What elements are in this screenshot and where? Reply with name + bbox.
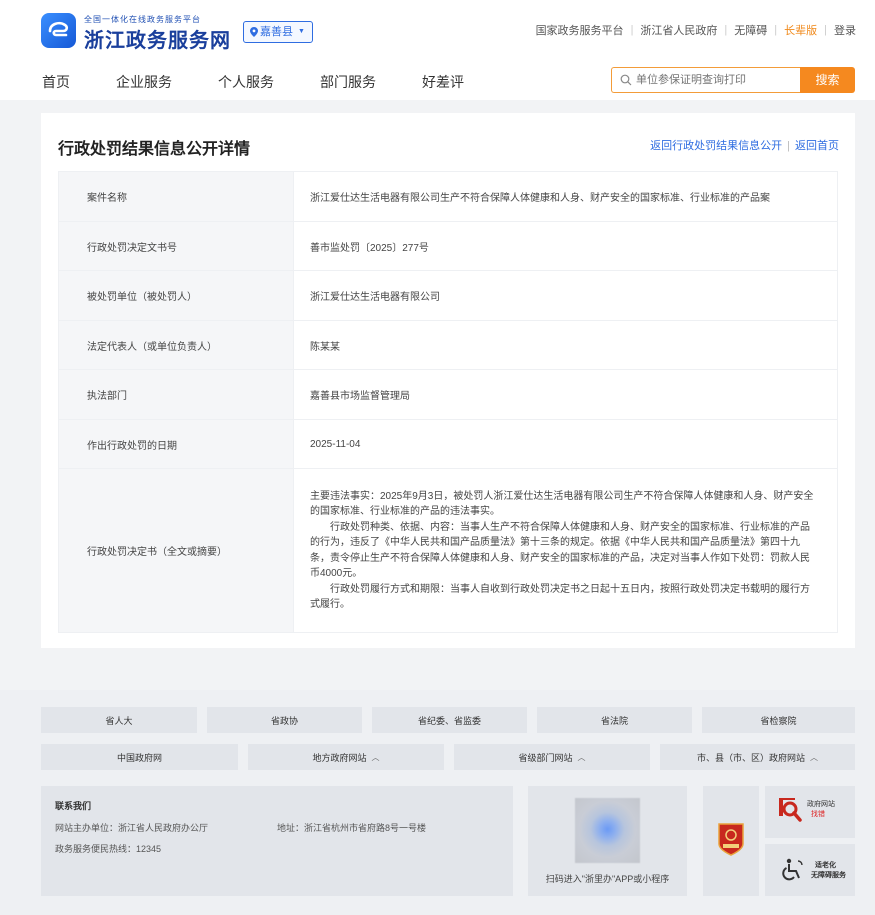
field-label: 被处罚单位（被处罚人） [58,270,294,321]
nav-home[interactable]: 首页 [42,72,70,92]
search-button[interactable]: 搜索 [800,67,855,93]
footer-links-row-1: 省人大 省政协 省纪委、省监委 省法院 省检察院 [41,707,855,733]
link-accessibility[interactable]: 无障碍 [734,22,767,38]
footer-link-label: 地方政府网站 [312,752,367,763]
nav-rating[interactable]: 好差评 [422,72,464,92]
link-back-to-list[interactable]: 返回行政处罚结果信息公开 [650,140,782,152]
field-value: 陈某某 [293,320,838,370]
chevron-up-icon: ︿ [810,752,818,762]
location-pin-icon [250,27,258,37]
divider: | [774,24,778,36]
link-login[interactable]: 登录 [834,22,856,38]
region-selector[interactable]: 嘉善县 ▼ [243,21,313,43]
accessibility-line2: 无障碍服务 [811,872,846,879]
field-label: 法定代表人（或单位负责人） [58,320,294,370]
table-row: 法定代表人（或单位负责人） 陈某某 [58,320,838,370]
error-report-line2: 找错 [811,811,825,818]
decision-paragraph: 主要违法事实：2025年9月3日，被处罚人浙江爱仕达生活电器有限公司生产不符合保… [310,490,814,518]
accessibility-service-badge[interactable]: 适老化 无障碍服务 [765,844,855,896]
footer-dropdown-local-gov[interactable]: 地方政府网站 ︿ [248,744,444,770]
table-row: 案件名称 浙江爱仕达生活电器有限公司生产不符合保障人体健康和人身、财产安全的国家… [58,171,838,222]
field-label: 行政处罚决定书（全文或摘要） [58,468,294,633]
chevron-up-icon: ︿ [577,752,586,762]
divider: | [787,140,790,152]
contact-sponsor: 网站主办单位：浙江省人民政府办公厅 [55,823,209,833]
table-row: 执法部门 嘉善县市场监督管理局 [58,369,838,420]
table-row: 被处罚单位（被处罚人） 浙江爱仕达生活电器有限公司 [58,270,838,321]
decision-text: 主要违法事实：2025年9月3日，被处罚人浙江爱仕达生活电器有限公司生产不符合保… [293,468,838,633]
field-value: 浙江爱仕达生活电器有限公司生产不符合保障人体健康和人身、财产安全的国家标准、行业… [293,171,838,222]
table-row: 行政处罚决定书（全文或摘要） 主要违法事实：2025年9月3日，被处罚人浙江爱仕… [58,468,838,633]
footer-link-provincial-congress[interactable]: 省人大 [41,707,197,733]
accessibility-label: 适老化 无障碍服务 [811,861,846,881]
top-links: 国家政务服务平台 | 浙江省人民政府 | 无障碍 | 长辈版 | 登录 [536,22,856,38]
nav-personal-services[interactable]: 个人服务 [218,72,274,92]
nav-department-services[interactable]: 部门服务 [320,72,376,92]
footer-link-discipline-commission[interactable]: 省纪委、省监委 [372,707,527,733]
detail-table: 案件名称 浙江爱仕达生活电器有限公司生产不符合保障人体健康和人身、财产安全的国家… [58,171,838,633]
search-box [611,67,801,93]
search-icon [620,74,632,86]
divider: | [724,24,728,36]
footer-link-label: 省级部门网站 [518,752,573,763]
site-footer: 省人大 省政协 省纪委、省监委 省法院 省检察院 中国政府网 地方政府网站 ︿ 省… [0,690,875,915]
field-value: 善市监处罚〔2025〕277号 [293,221,838,271]
caret-down-icon: ▼ [298,28,305,35]
chevron-up-icon: ︿ [371,752,380,762]
nav-enterprise-services[interactable]: 企业服务 [116,72,172,92]
contact-hotline: 政务服务便民热线：12345 [55,844,162,854]
app-qr-panel: 扫码进入"浙里办"APP或小程序 [528,786,687,896]
party-gov-badge[interactable] [703,786,759,896]
field-label: 案件名称 [58,171,294,222]
field-value: 嘉善县市场监督管理局 [293,369,838,420]
search-input[interactable] [636,71,796,89]
card-links: 返回行政处罚结果信息公开 | 返回首页 [650,137,839,153]
field-label: 作出行政处罚的日期 [58,419,294,469]
field-value: 2025-11-04 [293,419,838,469]
error-report-line1: 政府网站 [807,801,835,808]
page-title: 行政处罚结果信息公开详情 [58,141,251,158]
contact-address: 地址：浙江省杭州市省府路8号一号楼 [277,823,427,833]
site-logo-icon[interactable] [41,13,76,48]
contact-us: 联系我们 网站主办单位：浙江省人民政府办公厅 地址：浙江省杭州市省府路8号一号楼… [41,786,513,896]
site-header: 全国一体化在线政务服务平台 浙江政务服务网 嘉善县 ▼ 国家政务服务平台 | 浙… [0,0,875,100]
magnifier-icon [779,798,802,822]
link-back-home[interactable]: 返回首页 [795,140,839,152]
wheelchair-icon [782,858,803,881]
footer-dropdown-dept-sites[interactable]: 省级部门网站 ︿ [454,744,650,770]
table-row: 作出行政处罚的日期 2025-11-04 [58,419,838,469]
region-label: 嘉善县 [260,26,293,38]
table-row: 行政处罚决定文书号 善市监处罚〔2025〕277号 [58,221,838,271]
footer-link-procuratorate[interactable]: 省检察院 [702,707,855,733]
link-elder-mode[interactable]: 长辈版 [784,22,817,38]
qr-caption: 扫码进入"浙里办"APP或小程序 [545,874,670,884]
divider: | [630,24,634,36]
contact-title: 联系我们 [55,801,92,811]
qr-code-image [575,798,640,863]
emblem-icon [718,823,744,856]
error-report-label: 政府网站 找错 [807,800,835,820]
accessibility-line1: 适老化 [815,862,836,869]
link-national-platform[interactable]: 国家政务服务平台 [536,22,624,38]
footer-link-china-gov[interactable]: 中国政府网 [41,744,238,770]
divider: | [824,24,827,36]
gov-site-error-report-badge[interactable]: 政府网站 找错 [765,786,855,838]
field-value: 浙江爱仕达生活电器有限公司 [293,270,838,321]
decision-paragraph: 行政处罚履行方式和期限：当事人自收到行政处罚决定书之日起十五日内，按照行政处罚决… [310,583,810,611]
link-provincial-government[interactable]: 浙江省人民政府 [640,22,717,38]
footer-links-row-2: 中国政府网 地方政府网站 ︿ 省级部门网站 ︿ 市、县（市、区）政府网站 ︿ [41,744,855,770]
logo-title[interactable]: 浙江政务服务网 [84,24,231,53]
field-label: 行政处罚决定文书号 [58,221,294,271]
decision-paragraph: 行政处罚种类、依据、内容：当事人生产不符合保障人体健康和人身、财产安全的国家标准… [310,521,810,580]
detail-card: 行政处罚结果信息公开详情 返回行政处罚结果信息公开 | 返回首页 案件名称 浙江爱仕… [41,113,855,648]
footer-dropdown-county-sites[interactable]: 市、县（市、区）政府网站 ︿ [660,744,855,770]
main-nav: 首页 企业服务 个人服务 部门服务 好差评 [42,72,510,92]
footer-link-label: 市、县（市、区）政府网站 [696,752,805,763]
footer-link-provincial-cppcc[interactable]: 省政协 [207,707,362,733]
footer-link-label: 中国政府网 [116,752,162,763]
footer-link-provincial-court[interactable]: 省法院 [537,707,692,733]
field-label: 执法部门 [58,369,294,420]
